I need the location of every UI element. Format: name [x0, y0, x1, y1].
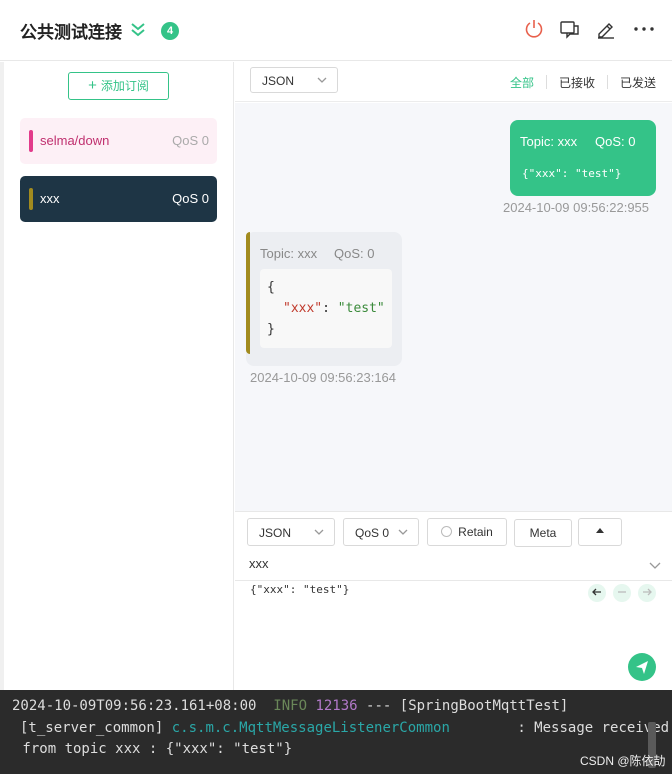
- subscription-item[interactable]: selma/down QoS 0: [20, 118, 217, 164]
- plus-icon: +: [88, 77, 97, 94]
- log-level: INFO: [273, 698, 308, 714]
- subscription-topic: selma/down: [40, 133, 110, 148]
- collapse-chevron-icon[interactable]: [128, 20, 148, 40]
- power-icon[interactable]: [523, 18, 545, 40]
- subscription-color-bar: [29, 130, 33, 152]
- payload-format-value: JSON: [262, 74, 295, 88]
- json-line: "xxx": "test": [283, 301, 385, 316]
- log-message: : Message received: [517, 720, 670, 736]
- send-button[interactable]: [628, 653, 656, 681]
- composer-format-select[interactable]: JSON: [247, 518, 335, 546]
- filter-all-tab[interactable]: 全部: [510, 74, 534, 91]
- more-icon[interactable]: [633, 18, 655, 40]
- subscription-topic: xxx: [40, 191, 60, 206]
- filter-divider: [546, 75, 547, 89]
- message-topic: Topic: xxx: [260, 246, 318, 261]
- chevron-down-icon: [314, 529, 324, 535]
- console-line: [t_server_common] c.s.m.c.MqttMessageLis…: [20, 720, 669, 736]
- retain-radio-icon: [441, 526, 453, 537]
- message-payload: { "xxx": "test" }: [260, 269, 392, 348]
- sidebar-divider: [0, 62, 4, 690]
- message-count-badge: 4: [161, 22, 179, 40]
- qos-value: QoS 0: [355, 526, 390, 540]
- subscription-qos: QoS 0: [172, 191, 209, 206]
- console-line: from topic xxx : {"xxx": "test"}: [14, 741, 293, 757]
- meta-button[interactable]: Meta: [514, 519, 572, 547]
- add-subscription-label: 添加订阅: [100, 79, 149, 93]
- sent-message-bubble[interactable]: Topic: xxx QoS: 0 {"xxx": "test"}: [510, 120, 656, 196]
- topic-input[interactable]: xxx: [249, 556, 269, 571]
- json-separator: :: [322, 301, 338, 316]
- json-brace: {: [267, 280, 275, 295]
- console-output: 2024-10-09T09:56:23.161+08:00 INFO 12136…: [0, 690, 672, 774]
- json-value: "test": [337, 301, 385, 316]
- send-icon: [636, 661, 648, 674]
- message-qos: QoS: 0: [334, 246, 375, 261]
- console-line: 2024-10-09T09:56:23.161+08:00 INFO 12136…: [12, 698, 568, 714]
- payload-editor[interactable]: {"xxx": "test"}: [250, 583, 349, 596]
- expand-up-button[interactable]: [578, 518, 622, 546]
- subscription-item-selected[interactable]: xxx QoS 0: [20, 176, 217, 222]
- message-qos: QoS: 0: [595, 134, 636, 149]
- json-brace: }: [267, 322, 275, 337]
- history-back-icon[interactable]: [588, 584, 606, 602]
- history-forward-icon[interactable]: [638, 584, 656, 602]
- retain-toggle[interactable]: Retain: [427, 518, 507, 546]
- new-window-icon[interactable]: [559, 18, 581, 40]
- message-payload: {"xxx": "test"}: [522, 167, 622, 180]
- log-timestamp: 2024-10-09T09:56:23.161+08:00: [12, 698, 257, 714]
- filter-divider: [607, 75, 608, 89]
- retain-label: Retain: [458, 525, 493, 539]
- json-key: "xxx": [283, 301, 323, 316]
- caret-up-icon: [596, 528, 604, 533]
- chevron-down-icon: [398, 529, 408, 535]
- log-thread-name: [t_server_common]: [20, 720, 164, 736]
- received-message-bubble[interactable]: Topic: xxx QoS: 0 { "xxx": "test" }: [246, 232, 402, 366]
- filter-received-tab[interactable]: 已接收: [559, 74, 595, 91]
- qos-select[interactable]: QoS 0: [343, 518, 419, 546]
- composer-format-value: JSON: [259, 526, 292, 540]
- log-pid: 12136: [315, 698, 358, 714]
- log-thread: --- [SpringBootMqttTest]: [366, 698, 569, 714]
- history-reset-icon[interactable]: [613, 584, 631, 602]
- chevron-down-icon: [317, 77, 327, 83]
- subscription-qos: QoS 0: [172, 133, 209, 148]
- log-logger: c.s.m.c.MqttMessageListenerCommon: [171, 720, 450, 736]
- watermark: CSDN @陈依劼: [580, 754, 666, 768]
- topic-divider: [235, 580, 672, 581]
- message-timestamp: 2024-10-09 09:56:23:164: [250, 370, 397, 385]
- subscription-color-bar: [29, 188, 33, 210]
- edit-icon[interactable]: [595, 18, 617, 40]
- topic-color-bar: [246, 232, 250, 354]
- connection-title: 公共测试连接: [20, 23, 122, 42]
- payload-format-select[interactable]: JSON: [250, 67, 338, 93]
- message-topic: Topic: xxx: [520, 134, 578, 149]
- filter-sent-tab[interactable]: 已发送: [620, 74, 656, 91]
- add-subscription-button[interactable]: + 添加订阅: [68, 72, 169, 100]
- message-timestamp: 2024-10-09 09:56:22:955: [503, 200, 650, 215]
- topic-history-chevron-icon[interactable]: [648, 558, 662, 575]
